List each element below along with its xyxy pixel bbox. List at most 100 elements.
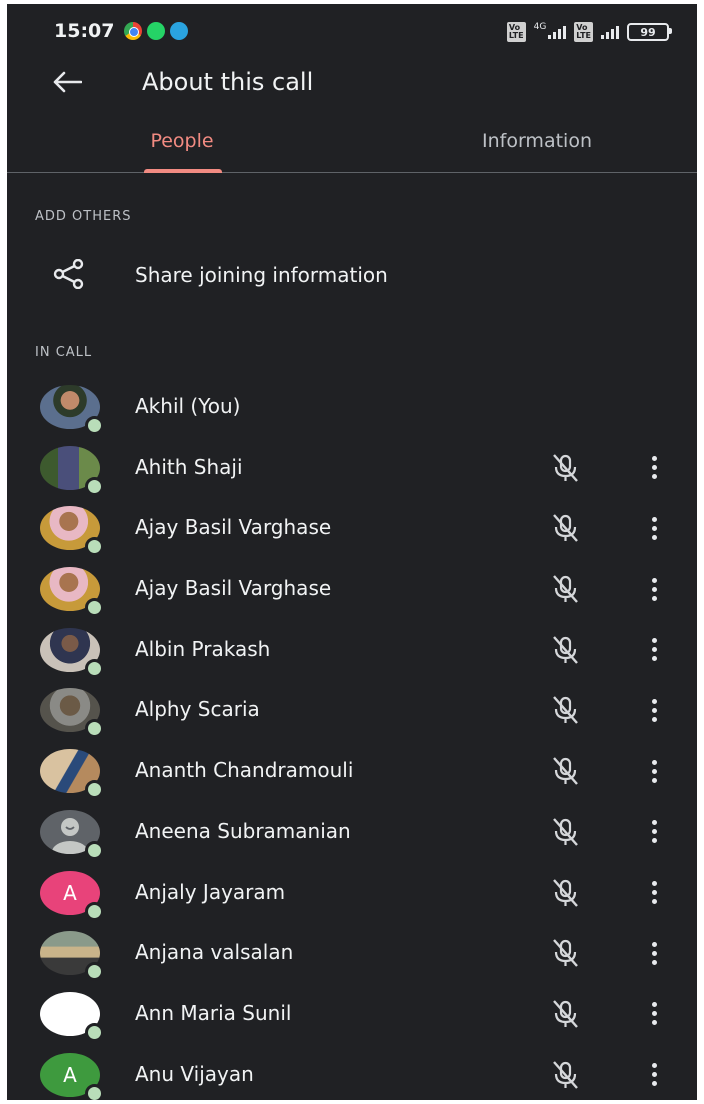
battery-icon: 99 [627,23,672,41]
mic-off-icon [553,1060,578,1089]
participant-name: Ajay Basil Varghase [135,576,332,601]
avatar [40,506,104,557]
mic-off-icon [553,939,578,967]
presence-indicator [85,1022,104,1042]
participant-row[interactable]: Ajay Basil Varghase [7,498,697,559]
more-options-icon[interactable] [643,452,665,484]
active-tab-indicator [144,169,222,173]
more-options-icon[interactable] [643,1059,665,1091]
signal-icon [601,25,619,39]
mic-off-icon [553,453,578,482]
mic-off-icon [553,635,578,664]
more-options-icon[interactable] [643,816,665,848]
avatar [40,688,104,739]
participant-row[interactable]: Akhil (You) [7,377,697,438]
presence-indicator [85,537,104,557]
more-options-icon[interactable] [643,998,665,1030]
participant-list: Akhil (You) Ahith Shaji Ajay Basil Vargh… [7,377,697,1100]
more-options-icon[interactable] [643,937,665,969]
telegram-icon [170,22,188,40]
more-options-icon[interactable] [643,755,665,787]
arrow-back-icon [53,71,82,93]
participant-row[interactable]: Albin Prakash [7,620,697,681]
volte-icon: Vo LTE [574,22,593,42]
volte-icon: Vo LTE [506,22,526,42]
more-options-icon[interactable] [643,694,665,726]
presence-indicator [85,962,104,982]
tab-people-label: People [150,130,214,152]
avatar [40,931,104,982]
tab-people[interactable]: People [112,116,252,172]
avatar [40,445,104,496]
mic-off-icon [553,818,578,846]
avatar: A [40,1052,104,1100]
page-title: About this call [142,68,314,96]
mic-off-icon [553,696,578,725]
avatar [40,991,104,1042]
participant-name: Ananth Chandramouli [135,758,354,783]
system-icons: Vo LTE 4G Vo LTE 99 [506,22,672,42]
presence-indicator [85,598,104,618]
more-options-icon[interactable] [643,877,665,909]
presence-indicator [85,719,104,739]
add-others-header: ADD OTHERS [35,209,132,224]
in-call-header: IN CALL [35,345,93,360]
participant-row[interactable]: Alphy Scaria [7,680,697,741]
avatar [40,385,104,435]
participant-row[interactable]: A Anu Vijayan [7,1045,697,1100]
avatar [40,749,104,800]
participant-row[interactable]: A Anjaly Jayaram [7,863,697,924]
whatsapp-icon [147,22,165,40]
avatar [40,809,104,860]
participant-row[interactable]: Ahith Shaji [7,438,697,499]
participant-row[interactable]: Ann Maria Sunil [7,984,697,1045]
participant-name: Ann Maria Sunil [135,1000,292,1025]
participant-row[interactable]: Anjana valsalan [7,923,697,984]
more-options-icon[interactable] [643,573,665,605]
avatar [40,627,104,678]
presence-indicator [85,476,104,496]
signal-icon [548,25,567,39]
participant-name: Albin Prakash [135,636,271,661]
participant-name: Akhil (You) [135,394,241,418]
status-bar: 15:07 Vo LTE 4G Vo LTE 99 [7,4,697,54]
participant-row[interactable]: Ajay Basil Varghase [7,559,697,620]
phone-screen: 15:07 Vo LTE 4G Vo LTE 99 About this call … [7,4,697,1100]
presence-indicator [85,780,104,800]
back-button[interactable] [47,66,87,98]
participant-name: Anjana valsalan [135,940,294,965]
app-bar: About this call [7,54,697,110]
presence-indicator [85,901,104,921]
presence-indicator [85,1083,104,1100]
mic-off-icon [553,878,578,907]
battery-level: 99 [640,25,656,39]
share-icon [53,259,84,289]
participant-row[interactable]: Ananth Chandramouli [7,741,697,802]
participant-name: Anu Vijayan [135,1061,254,1086]
tab-information-label: Information [482,130,592,152]
network-type-label: 4G [533,22,547,32]
participant-name: Ajay Basil Varghase [135,515,332,540]
chrome-icon [124,22,142,40]
tab-bar: People Information [7,116,697,173]
share-joining-info-button[interactable]: Share joining information [7,244,697,304]
more-options-icon[interactable] [643,512,665,544]
mic-off-icon [553,1000,578,1028]
participant-row[interactable]: Aneena Subramanian [7,802,697,863]
participant-name: Aneena Subramanian [135,818,351,843]
mic-off-icon [553,575,578,603]
tab-information[interactable]: Information [447,116,627,172]
participant-name: Anjaly Jayaram [135,879,286,904]
more-options-icon[interactable] [643,634,665,666]
presence-indicator [85,658,104,678]
presence-indicator [85,840,104,860]
avatar [40,567,104,618]
participant-name: Alphy Scaria [135,697,260,722]
status-time: 15:07 [54,20,115,42]
mic-off-icon [553,757,578,785]
presence-indicator [85,416,104,435]
share-joining-info-label: Share joining information [135,263,388,287]
notification-icons [124,22,188,40]
mic-off-icon [553,514,578,543]
participant-name: Ahith Shaji [135,454,243,479]
